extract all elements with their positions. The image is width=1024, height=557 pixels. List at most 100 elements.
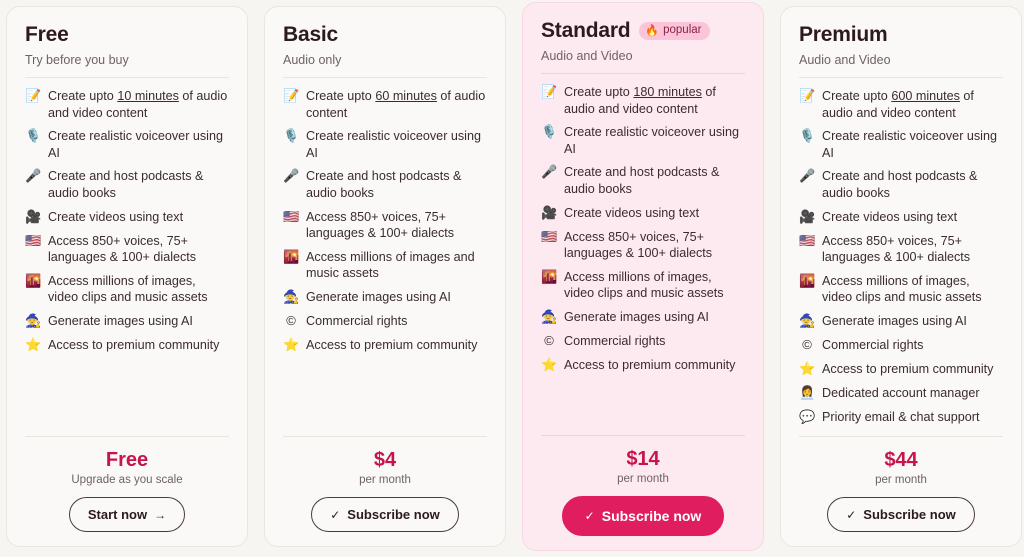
fire-icon: 🔥 (645, 24, 660, 37)
feature-item: 🎥 Create videos using text (541, 205, 745, 222)
cta-label: Start now (87, 507, 148, 522)
feature-list: 📝 Create upto 600 minutes of audio and vi… (799, 88, 1003, 425)
feature-item: 🎙️ Create realistic voiceover using AI (25, 128, 229, 161)
check-icon: ✓ (846, 507, 857, 522)
feature-item: 🎥 Create videos using text (25, 209, 229, 226)
cta-container: ✓ Subscribe now (799, 497, 1003, 532)
cta-container: ✓ Subscribe now (283, 497, 487, 532)
cityscape-icon: 🌇 (25, 272, 42, 288)
header-divider (25, 77, 229, 78)
plan-name: Premium (799, 23, 888, 46)
feature-text: Access millions of images, video clips a… (564, 269, 724, 301)
cta-container: ✓ Subscribe now (541, 496, 745, 536)
feature-text: Access 850+ voices, 75+ languages & 100+… (48, 233, 197, 265)
feature-item: ⭐ Access to premium community (799, 361, 1003, 378)
speech-balloon-icon: 💬 (799, 408, 816, 424)
microphone-icon: 🎤 (25, 168, 42, 184)
price-caption: per month (359, 474, 411, 486)
feature-text-emphasis: 180 minutes (633, 85, 702, 99)
plan-card-standard: Standard 🔥 popular Audio and Video 📝 Create u… (522, 2, 764, 551)
feature-item: 🌇 Access millions of images, video clips … (25, 273, 229, 306)
feature-text: Access to premium community (306, 337, 478, 352)
cta-button-basic[interactable]: ✓ Subscribe now (311, 497, 459, 532)
feature-text: Access to premium community (564, 357, 736, 372)
plan-price: $44 (884, 449, 918, 471)
feature-text-emphasis: 10 minutes (117, 89, 179, 103)
flex-spacer (283, 354, 487, 436)
price-block: Free Upgrade as you scale (25, 449, 229, 486)
cta-button-premium[interactable]: ✓ Subscribe now (827, 497, 975, 532)
movie-camera-icon: 🎥 (541, 204, 558, 220)
plan-name: Standard (541, 19, 631, 42)
feature-text: Access 850+ voices, 75+ languages & 100+… (822, 233, 971, 265)
check-icon: ✓ (330, 507, 341, 522)
feature-item: 🌇 Access millions of images, video clips … (541, 269, 745, 302)
flag-icon: 🇺🇸 (799, 232, 816, 248)
feature-item: 💬 Priority email & chat support (799, 409, 1003, 426)
flag-icon: 🇺🇸 (541, 228, 558, 244)
feature-item: 🎙️ Create realistic voiceover using AI (283, 128, 487, 161)
plan-card-basic: Basic Audio only 📝 Create upto 60 minutes o… (264, 6, 506, 547)
microphone-icon: 🎤 (283, 168, 300, 184)
feature-item: 📝 Create upto 60 minutes of audio content (283, 88, 487, 121)
movie-camera-icon: 🎥 (25, 208, 42, 224)
studio-microphone-icon: 🎙️ (25, 128, 42, 144)
feature-item: 🎤 Create and host podcasts & audio books (799, 168, 1003, 201)
plan-header-basic: Basic (283, 23, 487, 47)
microphone-icon: 🎤 (799, 168, 816, 184)
feature-list: 📝 Create upto 10 minutes of audio and vid… (25, 88, 229, 354)
subscribe-button-standard[interactable]: ✓ Subscribe now (561, 496, 725, 536)
feature-text-prefix: Create upto (306, 89, 376, 103)
studio-microphone-icon: 🎙️ (283, 128, 300, 144)
feature-item: 🧙 Generate images using AI (799, 313, 1003, 330)
mage-icon: 🧙 (25, 312, 42, 328)
feature-item: 🇺🇸 Access 850+ voices, 75+ languages & 10… (541, 229, 745, 262)
footer-divider (541, 435, 745, 436)
memo-icon: 📝 (283, 88, 300, 103)
feature-item: 🎥 Create videos using text (799, 209, 1003, 226)
feature-text: Create videos using text (48, 209, 184, 224)
feature-text-prefix: Create upto (48, 89, 118, 103)
feature-item: 🌇 Access millions of images, video clips … (799, 273, 1003, 306)
feature-text: Create and host podcasts & audio books (822, 169, 978, 201)
copyright-icon: © (286, 312, 296, 328)
star-icon: ⭐ (799, 360, 816, 376)
feature-text: Access to premium community (48, 337, 220, 352)
feature-item: 🇺🇸 Access 850+ voices, 75+ languages & 10… (283, 209, 487, 242)
feature-text: Create realistic voiceover using AI (306, 129, 481, 160)
flag-icon: 🇺🇸 (25, 232, 42, 248)
feature-item: 🧙 Generate images using AI (541, 309, 745, 326)
price-block: $14 per month (541, 448, 745, 485)
feature-text: Commercial rights (564, 333, 666, 348)
price-block: $4 per month (283, 449, 487, 486)
feature-text-emphasis: 600 minutes (891, 89, 960, 103)
plan-header-standard: Standard 🔥 popular (541, 19, 745, 43)
cta-label: Subscribe now (601, 508, 702, 524)
star-icon: ⭐ (283, 336, 300, 352)
feature-text: Access millions of images, video clips a… (822, 273, 982, 305)
popular-badge-label: popular (663, 24, 702, 37)
feature-list: 📝 Create upto 60 minutes of audio content… (283, 88, 487, 354)
feature-text-prefix: Create upto (822, 89, 892, 103)
popular-badge: 🔥 popular (639, 22, 710, 40)
footer-divider (799, 436, 1003, 437)
feature-text: Create upto 10 minutes of audio and vide… (48, 88, 229, 121)
cta-button-free[interactable]: Start now → (68, 497, 186, 532)
feature-item: 📝 Create upto 600 minutes of audio and vi… (799, 88, 1003, 121)
header-divider (799, 77, 1003, 78)
plan-price: $14 (626, 448, 660, 470)
feature-text-emphasis: 60 minutes (375, 89, 437, 103)
movie-camera-icon: 🎥 (799, 208, 816, 224)
feature-text: Generate images using AI (48, 313, 193, 328)
feature-item: ⭐ Access to premium community (541, 357, 745, 374)
feature-text: Access millions of images and music asse… (306, 249, 475, 281)
cityscape-icon: 🌇 (799, 272, 816, 288)
copyright-icon: © (802, 336, 812, 352)
copyright-icon: © (544, 332, 554, 348)
studio-microphone-icon: 🎙️ (799, 128, 816, 144)
flex-spacer (541, 374, 745, 435)
feature-item: 🎤 Create and host podcasts & audio books (25, 168, 229, 201)
footer-divider (283, 436, 487, 437)
feature-text-prefix: Create upto (564, 85, 634, 99)
feature-item: 🎤 Create and host podcasts & audio books (541, 164, 745, 197)
